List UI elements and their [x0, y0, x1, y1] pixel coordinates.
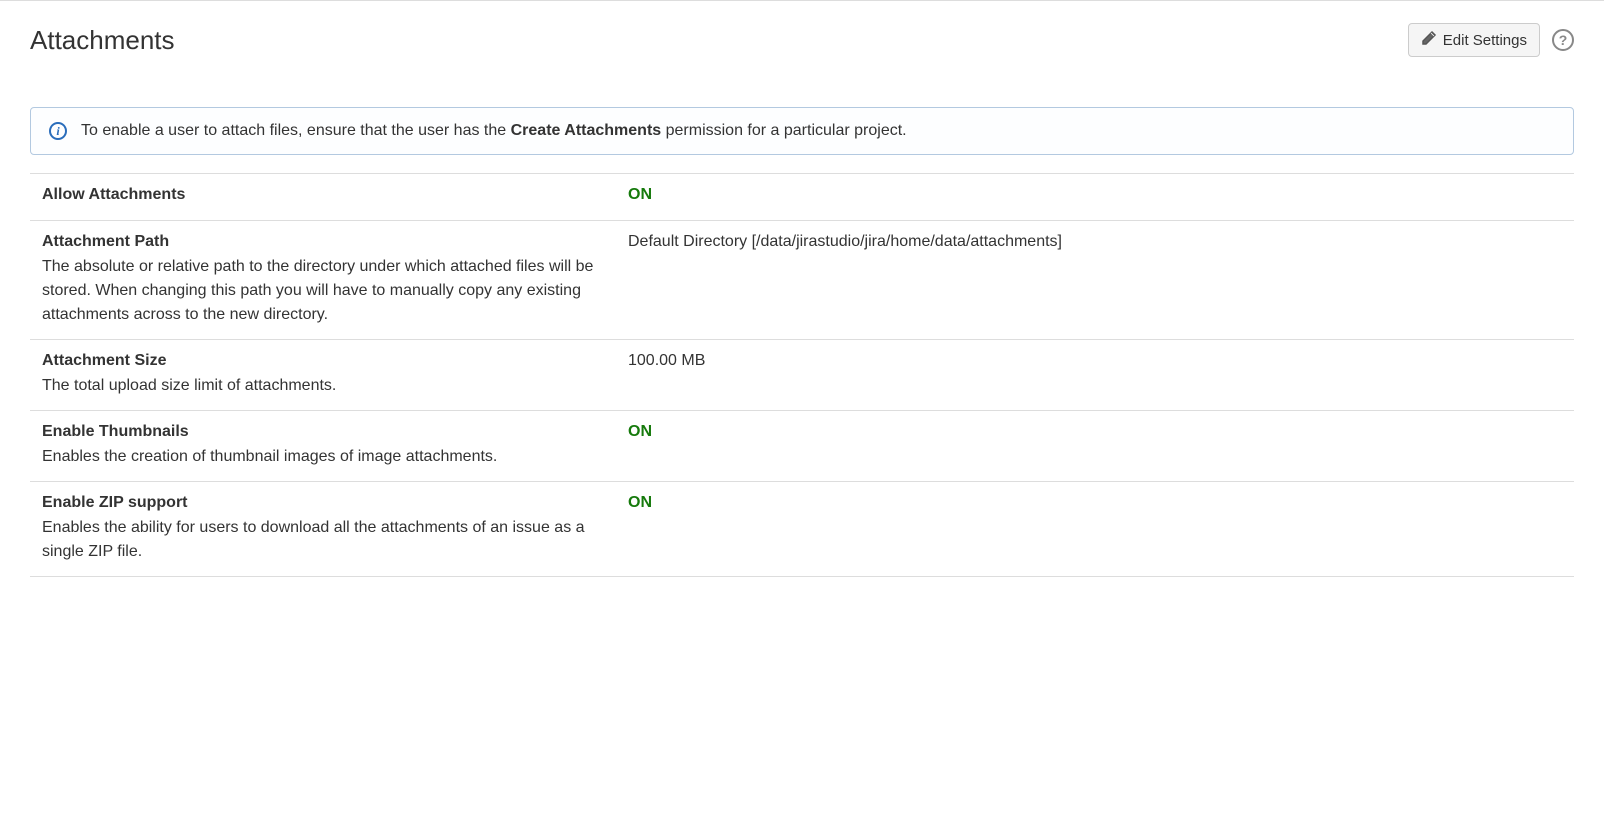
setting-value: ON — [628, 494, 652, 511]
setting-value: ON — [628, 423, 652, 440]
edit-settings-button[interactable]: Edit Settings — [1408, 23, 1540, 57]
banner-text-before: To enable a user to attach files, ensure… — [81, 122, 511, 139]
setting-title: Allow Attachments — [42, 186, 608, 204]
settings-table: Allow Attachments ON Attachment Path The… — [30, 173, 1574, 577]
setting-value-col: ON — [620, 411, 1574, 481]
setting-row-enable-thumbnails: Enable Thumbnails Enables the creation o… — [30, 410, 1574, 481]
setting-description: Enables the ability for users to downloa… — [42, 516, 608, 564]
setting-value-col: Default Directory [/data/jirastudio/jira… — [620, 221, 1574, 339]
edit-settings-label: Edit Settings — [1443, 32, 1527, 49]
setting-value: Default Directory [/data/jirastudio/jira… — [628, 233, 1062, 250]
setting-description: The total upload size limit of attachmen… — [42, 374, 608, 398]
setting-description: The absolute or relative path to the dir… — [42, 255, 608, 327]
setting-label-col: Allow Attachments — [30, 174, 620, 220]
help-icon[interactable]: ? — [1552, 29, 1574, 51]
setting-description: Enables the creation of thumbnail images… — [42, 445, 608, 469]
setting-value-col: ON — [620, 482, 1574, 576]
page-title: Attachments — [30, 25, 175, 56]
setting-value-col: 100.00 MB — [620, 340, 1574, 410]
banner-text-bold: Create Attachments — [511, 122, 662, 139]
setting-title: Enable ZIP support — [42, 494, 608, 512]
setting-label-col: Attachment Size The total upload size li… — [30, 340, 620, 410]
setting-value: ON — [628, 186, 652, 203]
setting-row-enable-zip: Enable ZIP support Enables the ability f… — [30, 481, 1574, 577]
header-actions: Edit Settings ? — [1408, 23, 1574, 57]
setting-label-col: Enable ZIP support Enables the ability f… — [30, 482, 620, 576]
info-icon: i — [49, 122, 67, 140]
setting-value: 100.00 MB — [628, 352, 705, 369]
pencil-icon — [1421, 30, 1437, 50]
setting-title: Attachment Path — [42, 233, 608, 251]
setting-row-attachment-path: Attachment Path The absolute or relative… — [30, 220, 1574, 339]
attachments-settings-page: Attachments Edit Settings ? i To enable … — [0, 0, 1604, 577]
setting-title: Enable Thumbnails — [42, 423, 608, 441]
page-header: Attachments Edit Settings ? — [30, 1, 1574, 67]
banner-text-after: permission for a particular project. — [661, 122, 906, 139]
info-banner-text: To enable a user to attach files, ensure… — [81, 122, 907, 140]
setting-row-attachment-size: Attachment Size The total upload size li… — [30, 339, 1574, 410]
setting-value-col: ON — [620, 174, 1574, 220]
setting-label-col: Enable Thumbnails Enables the creation o… — [30, 411, 620, 481]
info-banner: i To enable a user to attach files, ensu… — [30, 107, 1574, 155]
setting-row-allow-attachments: Allow Attachments ON — [30, 173, 1574, 220]
setting-label-col: Attachment Path The absolute or relative… — [30, 221, 620, 339]
setting-title: Attachment Size — [42, 352, 608, 370]
